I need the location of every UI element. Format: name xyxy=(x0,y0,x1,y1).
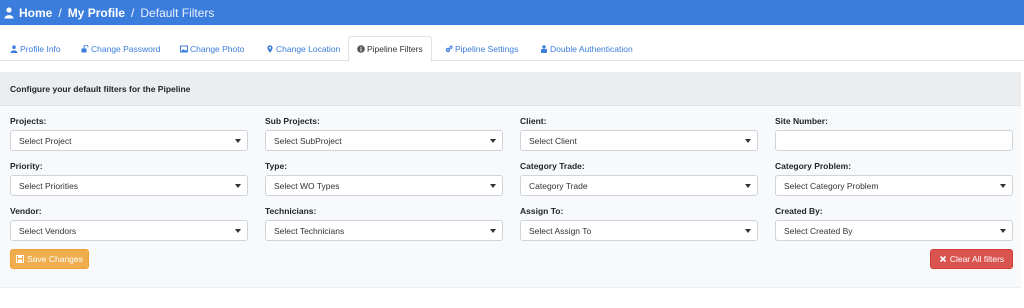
site-number-input[interactable] xyxy=(775,130,1013,151)
tab-change-password[interactable]: Change Password xyxy=(81,36,160,61)
map-marker-icon xyxy=(267,44,273,53)
created-by-field: Created By: Select Created By xyxy=(775,206,1013,241)
field-label: Projects: xyxy=(10,116,47,126)
tab-label: Change Password xyxy=(91,43,161,54)
sub-projects-field: Sub Projects: Select SubProject xyxy=(265,116,503,151)
field-label: Sub Projects: xyxy=(265,116,320,126)
field-label: Assign To: xyxy=(520,206,564,216)
breadcrumb-separator: / xyxy=(131,5,135,20)
priority-field: Priority: Select Priorities xyxy=(10,161,248,196)
field-label: Type: xyxy=(265,161,288,171)
caret-down-icon xyxy=(1000,229,1006,233)
tab-label: Profile Info xyxy=(20,43,61,54)
caret-down-icon xyxy=(490,229,496,233)
breadcrumb-home[interactable]: Home xyxy=(19,6,52,20)
field-label: Created By: xyxy=(775,206,823,216)
select-value: Select Created By xyxy=(784,225,853,236)
category-problem-field: Category Problem: Select Category Proble… xyxy=(775,161,1013,196)
top-breadcrumb-bar: Home / My Profile / Default Filters xyxy=(0,0,1024,25)
select-value: Select WO Types xyxy=(274,180,340,191)
tab-label: Change Photo xyxy=(190,43,245,54)
assign-to-field: Assign To: Select Assign To xyxy=(520,206,758,241)
category-problem-select[interactable]: Select Category Problem xyxy=(775,175,1013,196)
field-label: Client: xyxy=(520,116,547,126)
clear-all-filters-label: Clear All filters xyxy=(949,254,1005,264)
category-trade-select[interactable]: Category Trade xyxy=(520,175,758,196)
unlock-icon xyxy=(81,44,89,52)
select-value: Category Trade xyxy=(529,180,588,191)
select-value: Select Client xyxy=(529,135,577,146)
panel-heading: Configure your default filters for the P… xyxy=(0,72,1021,106)
image-icon xyxy=(180,45,188,52)
created-by-select[interactable]: Select Created By xyxy=(775,220,1013,241)
caret-down-icon xyxy=(490,184,496,188)
tab-pipeline-settings[interactable]: Pipeline Settings xyxy=(445,36,518,61)
tab-label: Pipeline Filters xyxy=(367,44,423,54)
tab-label: Double Authentication xyxy=(550,43,633,54)
sub-projects-select[interactable]: Select SubProject xyxy=(265,130,503,151)
caret-down-icon xyxy=(235,139,241,143)
caret-down-icon xyxy=(1000,184,1006,188)
priority-select[interactable]: Select Priorities xyxy=(10,175,248,196)
select-value: Select SubProject xyxy=(274,135,342,146)
caret-down-icon xyxy=(235,229,241,233)
user-icon xyxy=(4,6,14,18)
gears-icon xyxy=(445,45,453,52)
category-trade-field: Category Trade: Category Trade xyxy=(520,161,758,196)
caret-down-icon xyxy=(745,229,751,233)
select-value: Select Category Problem xyxy=(784,180,879,191)
select-value: Select Priorities xyxy=(19,180,79,191)
tab-double-authentication[interactable]: Double Authentication xyxy=(540,36,633,61)
field-label: Category Problem: xyxy=(775,161,852,171)
breadcrumb-separator: / xyxy=(58,5,62,20)
vendor-field: Vendor: Select Vendors xyxy=(10,206,248,241)
technicians-field: Technicians: Select Technicians xyxy=(265,206,503,241)
vendor-select[interactable]: Select Vendors xyxy=(10,220,248,241)
tab-change-location[interactable]: Change Location xyxy=(266,36,340,61)
client-field: Client: Select Client xyxy=(520,116,758,151)
type-select[interactable]: Select WO Types xyxy=(265,175,503,196)
field-label: Vendor: xyxy=(10,206,42,216)
select-value: Select Project xyxy=(19,135,72,146)
clear-all-filters-button[interactable]: Clear All filters xyxy=(930,249,1013,269)
tab-pipeline-filters[interactable]: Pipeline Filters xyxy=(348,36,432,62)
info-circle-icon xyxy=(357,45,365,53)
projects-select[interactable]: Select Project xyxy=(10,130,248,151)
tab-change-photo[interactable]: Change Photo xyxy=(180,36,244,61)
type-field: Type: Select WO Types xyxy=(265,161,503,196)
select-value: Select Vendors xyxy=(19,225,77,236)
client-select[interactable]: Select Client xyxy=(520,130,758,151)
save-changes-label: Save Changes xyxy=(27,254,83,264)
tab-profile-info[interactable]: Profile Info xyxy=(10,36,61,61)
close-icon xyxy=(939,255,946,263)
field-label: Site Number: xyxy=(775,116,828,126)
breadcrumb: Home / My Profile / Default Filters xyxy=(19,6,214,20)
filters-panel: Configure your default filters for the P… xyxy=(0,72,1021,288)
field-label: Category Trade: xyxy=(520,161,585,171)
field-label: Technicians: xyxy=(265,206,317,216)
select-value: Select Assign To xyxy=(529,225,592,236)
breadcrumb-my-profile[interactable]: My Profile xyxy=(68,6,125,20)
user-icon xyxy=(10,44,18,53)
technicians-select[interactable]: Select Technicians xyxy=(265,220,503,241)
caret-down-icon xyxy=(235,184,241,188)
tab-label: Pipeline Settings xyxy=(455,43,519,54)
select-value: Select Technicians xyxy=(274,225,345,236)
profile-tabs: Profile Info Change Password Change Phot… xyxy=(0,36,1024,62)
projects-field: Projects: Select Project xyxy=(10,116,248,151)
caret-down-icon xyxy=(745,184,751,188)
field-label: Priority: xyxy=(10,161,43,171)
floppy-disk-icon xyxy=(16,255,25,263)
breadcrumb-current: Default Filters xyxy=(140,5,215,20)
caret-down-icon xyxy=(745,139,751,143)
save-changes-button[interactable]: Save Changes xyxy=(10,249,89,269)
site-number-field: Site Number: xyxy=(775,116,1013,151)
caret-down-icon xyxy=(490,139,496,143)
assign-to-select[interactable]: Select Assign To xyxy=(520,220,758,241)
lock-user-icon xyxy=(541,44,547,53)
tab-label: Change Location xyxy=(276,43,341,54)
